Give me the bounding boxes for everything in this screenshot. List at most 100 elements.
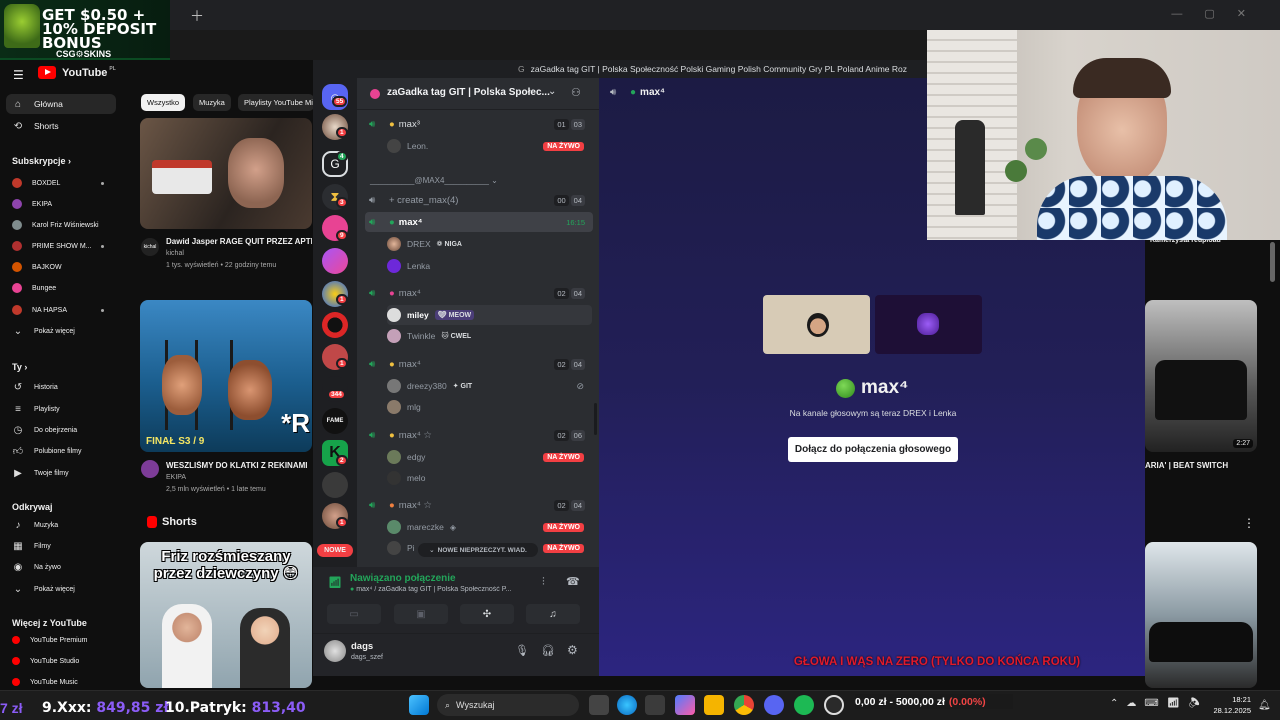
soundboard-icon[interactable]: ♫: [526, 604, 580, 624]
invite-people-icon[interactable]: ⚇: [571, 86, 581, 99]
voice-channel-selected[interactable]: 🔊︎ ● max⁴ 16:15: [365, 212, 593, 232]
video-channel[interactable]: kichal: [166, 250, 184, 257]
sidebar-item-playlists[interactable]: ≡ Playlisty: [6, 399, 116, 419]
channel-avatar[interactable]: kichal: [141, 238, 159, 256]
voice-user[interactable]: Twinkle 🐱︎ CWEL: [387, 326, 592, 346]
sidebar-item-music[interactable]: ♪ Muzyka: [6, 515, 116, 535]
voice-status[interactable]: Nawiązano połączenie: [350, 573, 456, 584]
sub-karol-friz[interactable]: Karol Friz Wiśniewski: [6, 215, 116, 235]
voice-channel[interactable]: 🔊︎ + create_max(4) 00 04: [365, 190, 593, 210]
sub-bungee[interactable]: Bungee: [6, 278, 116, 298]
settings-gear-icon[interactable]: ⚙: [567, 643, 578, 657]
chip-playlists[interactable]: Playlisty YouTube Mi: [238, 94, 314, 111]
participant-tile-lenka[interactable]: [875, 295, 982, 354]
signal-icon[interactable]: 📶︎: [328, 576, 342, 589]
voice-channel[interactable]: 🔊︎ ● max⁴ 02 04: [365, 283, 593, 303]
video-title[interactable]: Dawid Jasper RAGE QUIT PRZEZ APTI: [166, 237, 312, 246]
show-more-explore[interactable]: ⌄ Pokaż więcej: [6, 579, 116, 599]
channel-avatar[interactable]: [141, 460, 159, 478]
camera-off-icon[interactable]: ▭: [327, 604, 381, 624]
chip-music[interactable]: Muzyka: [193, 94, 231, 111]
scrollbar[interactable]: [594, 403, 597, 435]
voice-user[interactable]: Leon. NA ŻYWO: [387, 136, 592, 156]
subscriptions-header[interactable]: Subskrypcje ›: [12, 156, 71, 166]
sidebar-item-liked[interactable]: 👍︎ Polubione filmy: [6, 441, 116, 461]
store-icon[interactable]: [645, 695, 665, 715]
task-view-icon[interactable]: [589, 695, 609, 715]
taskbar-search[interactable]: ⌕ Wyszukaj: [437, 694, 579, 716]
sidebar-item-studio[interactable]: YouTube Studio: [6, 651, 116, 671]
discord-taskbar-icon[interactable]: [764, 695, 784, 715]
you-header[interactable]: Ty ›: [12, 362, 27, 372]
short-thumbnail[interactable]: Friz rozśmieszany przez dziewczyny 😳: [140, 542, 312, 688]
join-voice-button[interactable]: Dołącz do połączenia głosowego: [788, 437, 958, 462]
server-icon[interactable]: [322, 312, 348, 338]
voice-user[interactable]: Lenka: [387, 256, 592, 276]
noise-suppression-icon[interactable]: ⫶: [542, 576, 545, 589]
sub-ekipa[interactable]: EKIPA: [6, 194, 116, 214]
voice-channel[interactable]: 🔊︎ ● max³ 01 03: [365, 114, 593, 134]
copilot-icon[interactable]: [675, 695, 695, 715]
scrollbar[interactable]: [1270, 242, 1275, 282]
voice-user[interactable]: edgy NA ŻYWO: [387, 447, 592, 467]
participant-tile-drex[interactable]: [763, 295, 870, 354]
chip-all[interactable]: Wszystko: [141, 94, 186, 111]
voice-user[interactable]: miley 💜︎ MEOW: [387, 305, 592, 325]
video-thumbnail[interactable]: [140, 118, 312, 229]
windows-start-icon[interactable]: [409, 695, 429, 715]
youtube-logo[interactable]: YouTube PL: [38, 66, 116, 79]
new-messages-badge[interactable]: NOWE: [317, 544, 353, 557]
video-title[interactable]: ARIA' | BEAT SWITCH: [1145, 461, 1228, 470]
notification-bell-icon[interactable]: 🔔︎: [1258, 700, 1271, 711]
video-channel[interactable]: EKIPA: [166, 474, 186, 481]
new-tab-icon[interactable]: ＋: [190, 6, 204, 26]
sidebar-item-history[interactable]: ↺ Historia: [6, 377, 116, 397]
voice-channel[interactable]: 🔊︎ ● max⁴ 02 04: [365, 354, 593, 374]
file-explorer-icon[interactable]: [704, 695, 724, 715]
server-header[interactable]: zaGadka tag GIT | Polska Społec... ⌄ ⚇: [357, 78, 599, 110]
system-tray-icons[interactable]: ⌃☁⌨📶︎🔈︎: [1110, 698, 1208, 709]
voice-user[interactable]: mlg: [387, 397, 592, 417]
sidebar-item-music-app[interactable]: YouTube Music: [6, 672, 116, 692]
video-thumbnail[interactable]: [1145, 542, 1257, 688]
video-title[interactable]: WESZLIŚMY DO KLATKI Z REKINAMI: [166, 461, 312, 470]
server-icon[interactable]: [322, 472, 348, 498]
spotify-icon[interactable]: [794, 695, 814, 715]
sidebar-item-premium[interactable]: YouTube Premium: [6, 630, 116, 650]
video-thumbnail[interactable]: FINAŁ S3 / 9 *R: [140, 300, 312, 452]
video-thumbnail[interactable]: 2:27: [1145, 300, 1257, 452]
sub-boxdel[interactable]: BOXDEL: [6, 173, 116, 193]
fame-server-icon[interactable]: FAME: [322, 408, 348, 434]
voice-user[interactable]: melo: [387, 468, 592, 488]
obs-icon[interactable]: [824, 695, 844, 715]
edge-icon[interactable]: [617, 695, 637, 715]
sidebar-item-home[interactable]: ⌂ Główna: [6, 94, 116, 114]
voice-channel[interactable]: 🔊︎ ● max⁴ ☆ 02 04: [365, 495, 593, 515]
sidebar-item-your-videos[interactable]: ▶ Twoje filmy: [6, 463, 116, 483]
voice-channel[interactable]: 🔊︎ ● max⁴ ☆ 02 06: [365, 425, 593, 445]
channel-category[interactable]: __________@MAX4__________ ⌄: [370, 176, 498, 185]
microphone-icon[interactable]: 🎙︎: [515, 644, 529, 657]
voice-user[interactable]: DREX ❁ NIGA: [387, 234, 592, 254]
user-avatar[interactable]: [324, 640, 346, 662]
unread-messages-pill[interactable]: ⌄ NOWE NIEPRZECZYT. WIAD.: [418, 543, 538, 557]
voice-user[interactable]: mareczke ◈ NA ŻYWO: [387, 517, 592, 537]
screen-share-icon[interactable]: ▣: [394, 604, 448, 624]
sub-prime-show[interactable]: PRIME SHOW M...: [6, 236, 116, 256]
more-options-icon[interactable]: ⋮: [1243, 516, 1255, 530]
server-icon[interactable]: [322, 248, 348, 274]
sub-na-hapsa[interactable]: NA HAPSA: [6, 300, 116, 320]
taskbar-clock[interactable]: 18:21 28.12.2025: [1209, 694, 1251, 716]
sub-bajkow[interactable]: BAJKOW: [6, 257, 116, 277]
menu-icon[interactable]: ☰: [13, 68, 24, 82]
username[interactable]: dags: [351, 641, 373, 652]
headphones-icon[interactable]: 🎧︎: [541, 644, 555, 657]
window-controls[interactable]: —▢✕: [1171, 7, 1268, 20]
chrome-icon[interactable]: [734, 695, 754, 715]
voice-channel-path[interactable]: ● max⁴ / zaGadka tag GIT | Polska Społec…: [350, 586, 535, 593]
activities-icon[interactable]: ✣: [460, 604, 514, 624]
show-more-subscriptions[interactable]: ⌄ Pokaż więcej: [6, 321, 116, 341]
disconnect-icon[interactable]: ☎: [566, 575, 580, 588]
sidebar-item-films[interactable]: ▦ Filmy: [6, 536, 116, 556]
sidebar-item-shorts[interactable]: ⟲ Shorts: [6, 116, 116, 136]
